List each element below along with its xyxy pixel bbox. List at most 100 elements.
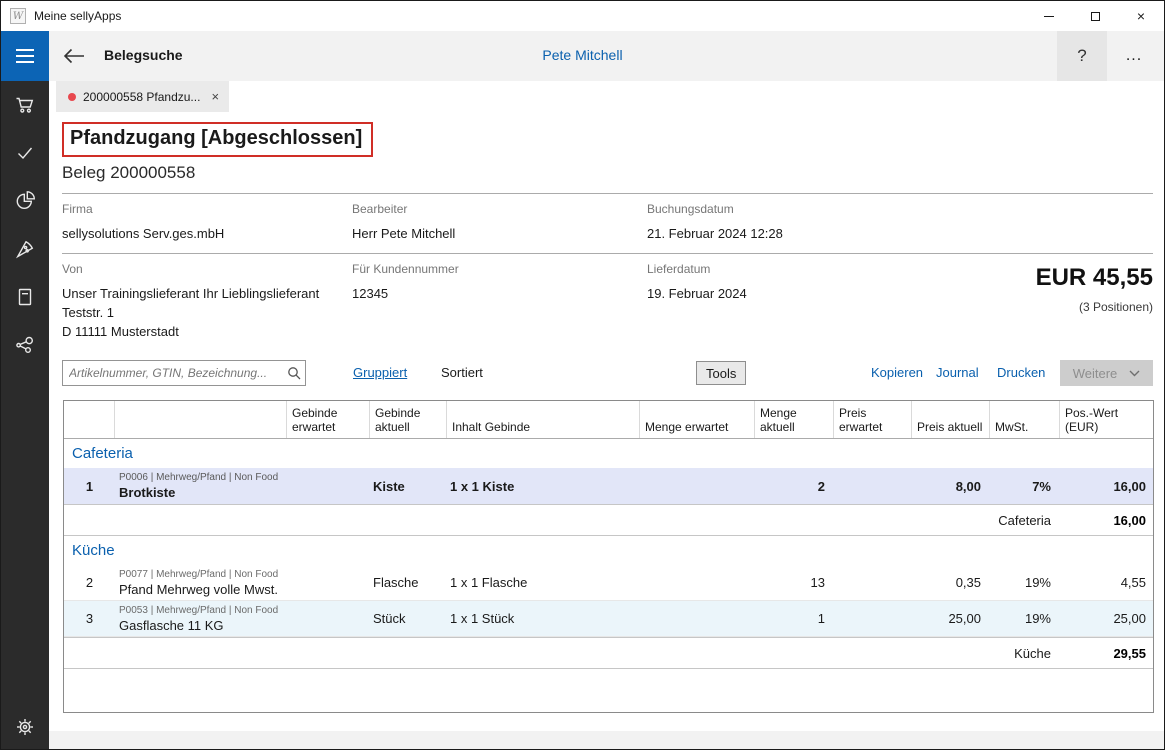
- von-line-2: Teststr. 1: [62, 303, 352, 322]
- minimize-button[interactable]: [1026, 1, 1072, 31]
- preis-aktuell-cell: 8,00: [912, 479, 990, 494]
- close-button[interactable]: ×: [1118, 1, 1164, 31]
- table-row[interactable]: 3 P0053 | Mehrweg/Pfand | Non Food Gasfl…: [64, 601, 1153, 637]
- firma-value: sellysolutions Serv.ges.mbH: [62, 224, 352, 243]
- article-name: Pfand Mehrweg volle Mwst.: [119, 582, 287, 597]
- positions-table: Gebinde erwartet Gebinde aktuell Inhalt …: [63, 400, 1154, 713]
- table-row[interactable]: 2 P0077 | Mehrweg/Pfand | Non Food Pfand…: [64, 565, 1153, 601]
- close-icon: ×: [1137, 9, 1145, 23]
- more-options-button[interactable]: ...: [1112, 31, 1156, 81]
- kopieren-link[interactable]: Kopieren: [871, 365, 923, 380]
- share-icon: [13, 333, 37, 357]
- col-header-preis-erwartet: Preis erwartet: [834, 401, 912, 438]
- lieferdatum-label: Lieferdatum: [647, 262, 947, 276]
- subtotal-value: 16,00: [1060, 513, 1155, 528]
- tab-row: 200000558 Pfandzu... ×: [49, 81, 1165, 112]
- cart-icon: [13, 93, 37, 117]
- field-buchungsdatum: Buchungsdatum 21. Februar 2024 12:28: [647, 202, 947, 243]
- drucken-link[interactable]: Drucken: [997, 365, 1045, 380]
- pos-wert-cell: 25,00: [1060, 611, 1155, 626]
- journal-link[interactable]: Journal: [936, 365, 979, 380]
- info-row-2: Von Unser Trainingslieferant Ihr Lieblin…: [62, 253, 1153, 351]
- subtotal-label: Cafeteria: [64, 513, 1060, 528]
- subtotal-value: 29,55: [1060, 646, 1155, 661]
- document-status-highlight: Pfandzugang [Abgeschlossen]: [62, 122, 373, 157]
- article-name: Brotkiste: [119, 485, 287, 500]
- gebinde-aktuell-cell: Flasche: [370, 575, 447, 590]
- help-button[interactable]: ?: [1057, 31, 1107, 81]
- sidebar-item-food[interactable]: [11, 235, 39, 263]
- mwst-cell: 19%: [990, 611, 1060, 626]
- pie-chart-icon: [13, 189, 37, 213]
- group-header-cafeteria: Cafeteria: [64, 439, 1153, 468]
- sidebar-item-share[interactable]: [11, 331, 39, 359]
- lieferdatum-value: 19. Februar 2024: [647, 284, 947, 303]
- gebinde-aktuell-cell: Kiste: [370, 479, 447, 494]
- row-number: 2: [64, 575, 115, 590]
- article-cell: P0053 | Mehrweg/Pfand | Non Food Gasflas…: [115, 605, 287, 633]
- tab-label: 200000558 Pfandzu...: [83, 90, 200, 104]
- chevron-down-icon: [1129, 370, 1140, 377]
- sortiert-toggle[interactable]: Sortiert: [441, 365, 483, 380]
- menge-aktuell-cell: 13: [755, 575, 834, 590]
- article-meta: P0077 | Mehrweg/Pfand | Non Food: [119, 569, 287, 581]
- positions-toolbar: Gruppiert Sortiert Tools Kopieren Journa…: [49, 359, 1165, 389]
- row-number: 3: [64, 611, 115, 626]
- status-strip: [49, 731, 1165, 749]
- content-area: 200000558 Pfandzu... × Pfandzugang [Abge…: [49, 81, 1165, 733]
- article-cell: P0077 | Mehrweg/Pfand | Non Food Pfand M…: [115, 569, 287, 597]
- col-header-pos-wert: Pos.-Wert (EUR): [1060, 401, 1155, 438]
- sidebar-item-tasks[interactable]: [11, 139, 39, 167]
- tab-document[interactable]: 200000558 Pfandzu... ×: [56, 81, 229, 112]
- sidebar-nav: [1, 81, 49, 750]
- firma-label: Firma: [62, 202, 352, 216]
- inhalt-gebinde-cell: 1 x 1 Flasche: [447, 575, 640, 590]
- table-row[interactable]: 1 P0006 | Mehrweg/Pfand | Non Food Brotk…: [64, 468, 1153, 504]
- document-number: Beleg 200000558: [62, 163, 1165, 183]
- col-header-num: [64, 401, 115, 438]
- col-header-gebinde-aktuell: Gebinde aktuell: [370, 401, 447, 438]
- document-total: EUR 45,55 (3 Positionen): [947, 262, 1153, 341]
- col-header-menge-erwartet: Menge erwartet: [640, 401, 755, 438]
- table-header-row: Gebinde erwartet Gebinde aktuell Inhalt …: [64, 401, 1153, 439]
- preis-aktuell-cell: 25,00: [912, 611, 990, 626]
- field-lieferdatum: Lieferdatum 19. Februar 2024: [647, 262, 947, 341]
- von-label: Von: [62, 262, 352, 276]
- sidebar-item-statistics[interactable]: [11, 187, 39, 215]
- col-header-preis-aktuell: Preis aktuell: [912, 401, 990, 438]
- tab-close-icon[interactable]: ×: [211, 89, 219, 104]
- checkmark-icon: [13, 141, 37, 165]
- pos-wert-cell: 4,55: [1060, 575, 1155, 590]
- search-icon[interactable]: [283, 366, 305, 380]
- bearbeiter-label: Bearbeiter: [352, 202, 647, 216]
- search-input[interactable]: [63, 366, 283, 380]
- von-line-1: Unser Trainingslieferant Ihr Lieblingsli…: [62, 284, 352, 303]
- article-meta: P0006 | Mehrweg/Pfand | Non Food: [119, 472, 287, 484]
- user-name-link[interactable]: Pete Mitchell: [1, 47, 1164, 63]
- ellipsis-icon: ...: [1126, 47, 1142, 65]
- col-header-menge-aktuell: Menge aktuell: [755, 401, 834, 438]
- subtotal-label: Küche: [64, 646, 1060, 661]
- sidebar-item-orders[interactable]: [11, 91, 39, 119]
- article-name: Gasflasche 11 KG: [119, 618, 287, 633]
- document-info: Firma sellysolutions Serv.ges.mbH Bearbe…: [62, 193, 1153, 351]
- app-logo-icon: W: [10, 8, 26, 24]
- field-kundennummer: Für Kundennummer 12345: [352, 262, 647, 341]
- field-von: Von Unser Trainingslieferant Ihr Lieblin…: [62, 262, 352, 341]
- tools-button[interactable]: Tools: [696, 361, 746, 385]
- inhalt-gebinde-cell: 1 x 1 Kiste: [447, 479, 640, 494]
- weitere-dropdown-button[interactable]: Weitere: [1060, 360, 1153, 386]
- pizza-icon: [13, 237, 37, 261]
- kundennummer-value: 12345: [352, 284, 647, 303]
- sidebar-item-catalog[interactable]: [11, 283, 39, 311]
- article-search-box: [62, 360, 306, 386]
- maximize-button[interactable]: [1072, 1, 1118, 31]
- app-header-bar: Belegsuche Pete Mitchell ? ...: [1, 31, 1164, 81]
- title-bar: W Meine sellyApps ×: [1, 1, 1164, 31]
- gruppiert-toggle[interactable]: Gruppiert: [353, 365, 407, 380]
- mwst-cell: 7%: [990, 479, 1060, 494]
- positions-count: (3 Positionen): [947, 300, 1153, 314]
- settings-button[interactable]: [1, 711, 49, 743]
- app-window: W Meine sellyApps × Belegsuche Pete Mitc…: [0, 0, 1165, 750]
- inhalt-gebinde-cell: 1 x 1 Stück: [447, 611, 640, 626]
